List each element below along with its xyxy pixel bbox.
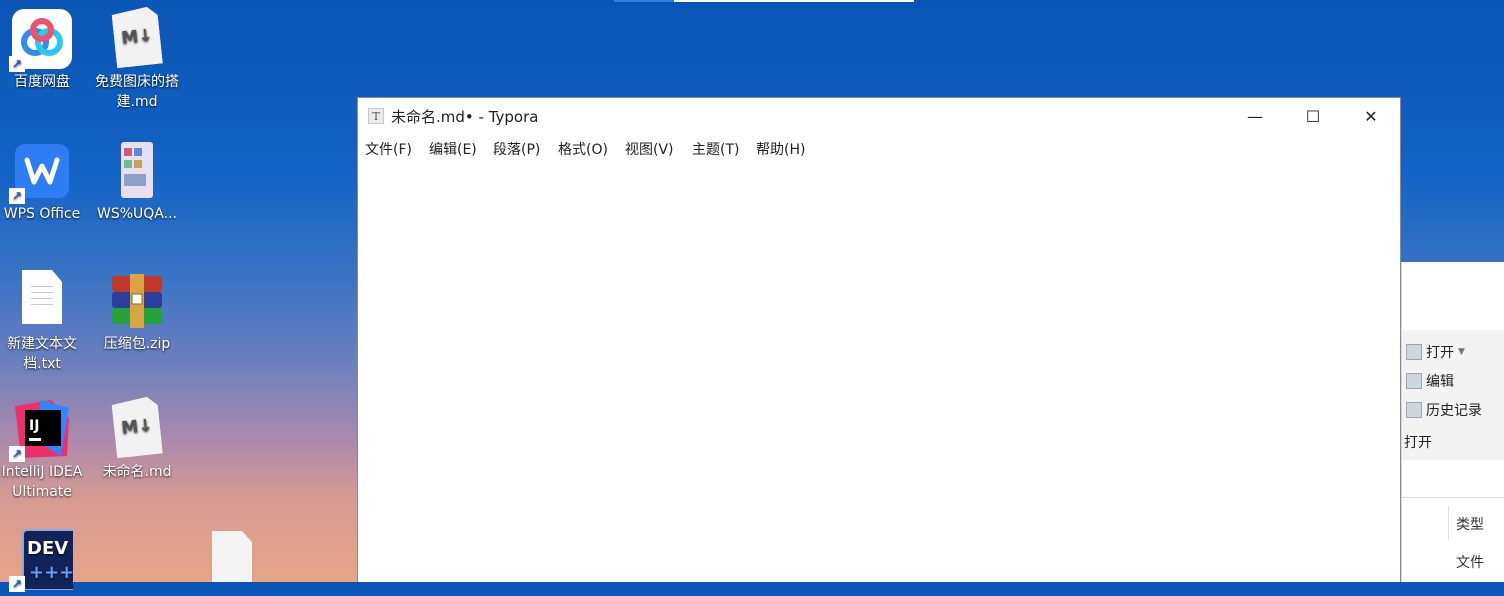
desktop-icon-wps-office[interactable]: ↗ WPS Office	[0, 140, 90, 224]
typora-window[interactable]: T 未命名.md• - Typora — ☐ ✕ 文件(F) 编辑(E) 段落(…	[357, 97, 1401, 582]
window-title: 未命名.md• - Typora	[391, 108, 539, 126]
text-file-icon	[11, 270, 73, 332]
close-button[interactable]: ✕	[1342, 98, 1400, 134]
desktop-icon-label: 未命名.md	[102, 464, 172, 480]
desktop-icon-label: 压缩包.zip	[103, 336, 171, 352]
intellij-idea-icon: IJ ↗	[9, 398, 73, 462]
desktop-icon-zip[interactable]: 压缩包.zip	[89, 270, 185, 354]
svg-text:+++: +++	[29, 562, 73, 583]
ribbon-group-label: 打开	[1404, 435, 1432, 451]
dropdown-arrow-icon: ▼	[1458, 347, 1465, 357]
column-divider	[1448, 506, 1449, 540]
menu-bar: 文件(F) 编辑(E) 段落(P) 格式(O) 视图(V) 主题(T) 帮助(H…	[358, 134, 1400, 162]
dev-cpp-icon: DEV +++ ↗	[9, 528, 84, 592]
taskbar-edge-highlight-2	[674, 0, 914, 2]
ribbon-open-button[interactable]: 打开 ▼	[1406, 342, 1465, 362]
maximize-icon: ☐	[1305, 106, 1321, 126]
close-icon: ✕	[1364, 106, 1378, 126]
editor-area[interactable]	[358, 162, 1400, 582]
open-icon	[1406, 344, 1422, 360]
minimize-icon: —	[1247, 106, 1263, 126]
taskbar-edge-highlight	[614, 0, 674, 2]
baidu-netdisk-icon: ↗	[9, 8, 73, 72]
ribbon-divider	[1402, 497, 1504, 498]
desktop-icon-intellij[interactable]: IJ ↗ IntelliJ IDEA Ultimate	[0, 398, 90, 502]
file-type-cell: 文件	[1456, 555, 1484, 571]
desktop-icon-md-file-2[interactable]: M↓ 未命名.md	[89, 398, 185, 482]
zip-archive-icon	[106, 270, 168, 332]
ribbon-history-button[interactable]: 历史记录	[1406, 400, 1482, 420]
menu-theme[interactable]: 主题(T)	[692, 139, 739, 159]
shortcut-arrow-icon: ↗	[9, 446, 25, 462]
desktop-icon-baidu-netdisk[interactable]: ↗ 百度网盘	[0, 8, 90, 92]
desktop-icon-blank-file[interactable]	[212, 531, 252, 582]
background-explorer-window[interactable]: 打开 ▼ 编辑 历史记录 打开 类型 文件	[1401, 262, 1504, 582]
shortcut-arrow-icon: ↗	[9, 188, 25, 204]
svg-text:DEV: DEV	[27, 538, 68, 559]
svg-text:IJ: IJ	[29, 418, 39, 434]
shortcut-arrow-icon: ↗	[9, 56, 25, 72]
markdown-file-icon: M↓	[106, 398, 168, 460]
shortcut-arrow-icon: ↗	[9, 576, 25, 592]
menu-view[interactable]: 视图(V)	[625, 139, 674, 159]
desktop-icon-label: WS%UQA...	[97, 206, 177, 222]
desktop-icon-text-file[interactable]: 新建文本文档.txt	[0, 270, 90, 374]
desktop-icon-label: 百度网盘	[14, 74, 70, 90]
desktop-icon-label: IntelliJ IDEA Ultimate	[1, 464, 83, 500]
ribbon-edit-button[interactable]: 编辑	[1406, 371, 1454, 391]
image-file-icon	[106, 140, 168, 202]
edit-icon	[1406, 373, 1422, 389]
desktop-icon-label: 免费图床的搭建.md	[95, 74, 179, 110]
title-bar[interactable]: T 未命名.md• - Typora — ☐ ✕	[358, 98, 1400, 134]
maximize-button[interactable]: ☐	[1284, 98, 1342, 134]
history-icon	[1406, 402, 1422, 418]
desktop-icon-label: WPS Office	[3, 206, 81, 222]
column-header-type[interactable]: 类型	[1456, 514, 1484, 534]
menu-edit[interactable]: 编辑(E)	[429, 139, 477, 159]
menu-paragraph[interactable]: 段落(P)	[493, 139, 540, 159]
desktop-icon-label: 新建文本文档.txt	[7, 336, 77, 372]
typora-app-icon: T	[368, 108, 384, 124]
menu-format[interactable]: 格式(O)	[558, 139, 608, 159]
desktop-icon-dev-cpp[interactable]: DEV +++ ↗	[0, 528, 90, 592]
minimize-button[interactable]: —	[1226, 98, 1284, 134]
markdown-file-icon: M↓	[106, 8, 168, 70]
wps-office-icon: ↗	[9, 140, 73, 204]
desktop-icon-md-file-1[interactable]: M↓ 免费图床的搭建.md	[89, 8, 185, 112]
menu-help[interactable]: 帮助(H)	[756, 139, 805, 159]
desktop-icon-image-file[interactable]: WS%UQA...	[89, 140, 185, 224]
menu-file[interactable]: 文件(F)	[365, 139, 412, 159]
